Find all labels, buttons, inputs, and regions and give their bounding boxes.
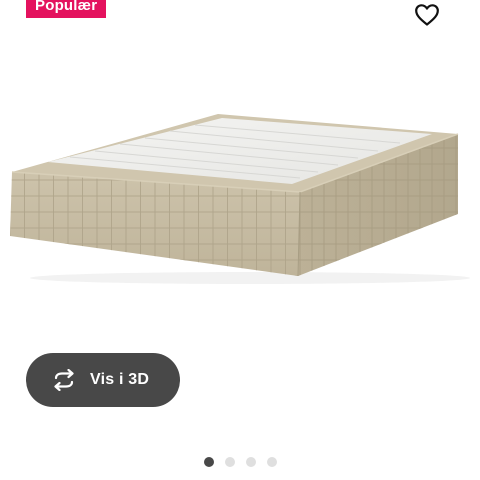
carousel-dot-1[interactable] bbox=[203, 457, 214, 467]
product-gallery: Populær Vis i 3D bbox=[0, 0, 480, 480]
rotate-arrows-icon bbox=[50, 368, 78, 392]
carousel-pagination bbox=[0, 457, 480, 467]
heart-outline-icon bbox=[415, 4, 439, 26]
product-image[interactable] bbox=[0, 100, 480, 290]
view-in-3d-label: Vis i 3D bbox=[90, 371, 150, 388]
carousel-dot-2[interactable] bbox=[224, 457, 235, 467]
view-in-3d-button[interactable]: Vis i 3D bbox=[26, 353, 180, 407]
carousel-dot-4[interactable] bbox=[266, 457, 277, 467]
bed-base-image bbox=[10, 114, 470, 284]
favorite-button[interactable] bbox=[410, 0, 444, 30]
popular-badge-label: Populær bbox=[35, 0, 98, 14]
carousel-dot-3[interactable] bbox=[245, 457, 256, 467]
popular-badge: Populær bbox=[26, 0, 107, 18]
